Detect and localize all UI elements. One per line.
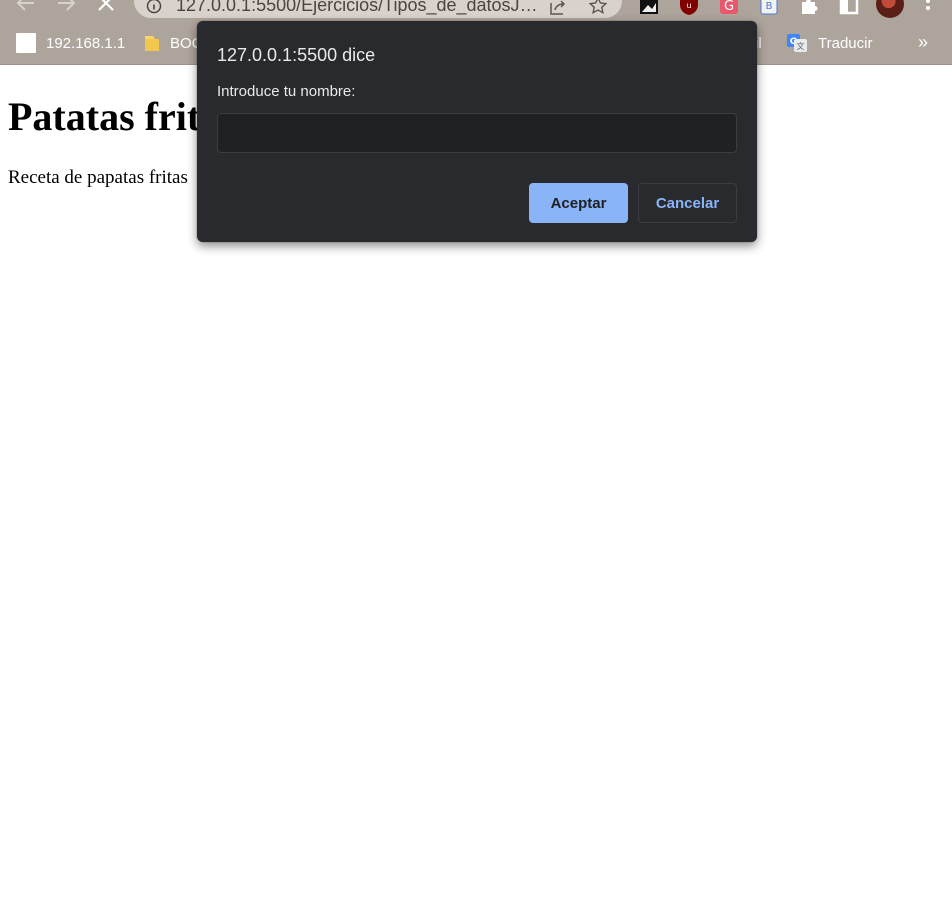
extensions-puzzle-icon[interactable] <box>798 0 820 16</box>
site-info-icon[interactable] <box>146 0 162 14</box>
prompt-dialog: 127.0.0.1:5500 dice Introduce tu nombre:… <box>197 21 757 242</box>
address-bar[interactable]: 127.0.0.1:5500/Ejercicios/Tipos_de_datos… <box>134 0 622 18</box>
b-extension-icon[interactable]: B <box>758 0 780 16</box>
back-icon[interactable] <box>14 0 38 15</box>
grammarly-extension-icon[interactable]: G <box>718 0 740 16</box>
page-paragraph: Receta de papatas fritas <box>8 167 188 188</box>
folder-icon <box>145 36 159 51</box>
bookmark-star-icon[interactable] <box>588 0 608 16</box>
svg-text:文: 文 <box>797 41 805 51</box>
svg-text:G: G <box>724 0 734 14</box>
browser-toolbar: 127.0.0.1:5500/Ejercicios/Tipos_de_datos… <box>0 0 952 22</box>
browser-menu-icon[interactable] <box>920 0 936 16</box>
page-icon <box>16 33 36 53</box>
google-translate-icon: G 文 <box>787 34 807 52</box>
accept-button[interactable]: Aceptar <box>529 183 628 223</box>
side-panel-icon[interactable] <box>838 0 860 16</box>
dialog-message: Introduce tu nombre: <box>217 83 356 100</box>
address-bar-url[interactable]: 127.0.0.1:5500/Ejercicios/Tipos_de_datos… <box>176 0 548 16</box>
dialog-title: 127.0.0.1:5500 dice <box>217 45 376 65</box>
name-input[interactable] <box>217 113 737 153</box>
forward-icon[interactable] <box>54 0 78 15</box>
bookmark-label: Traducir <box>818 34 873 52</box>
svg-text:B: B <box>766 1 773 12</box>
extension-image-icon[interactable] <box>638 0 660 16</box>
svg-text:u: u <box>686 1 691 10</box>
share-icon[interactable] <box>548 0 568 17</box>
bookmark-item[interactable]: G 文 Traducir <box>786 31 872 55</box>
bookmark-folder[interactable]: BOC <box>144 31 203 55</box>
bookmark-label: 192.168.1.1 <box>46 34 126 52</box>
cancel-button[interactable]: Cancelar <box>638 183 737 223</box>
bookmarks-overflow-chevron[interactable]: » <box>918 32 928 53</box>
bookmark-item[interactable]: 192.168.1.1 <box>16 31 125 55</box>
ublock-origin-icon[interactable]: u <box>678 0 700 16</box>
profile-avatar[interactable] <box>876 0 904 18</box>
page-heading: Patatas frit <box>8 94 201 139</box>
stop-loading-icon[interactable] <box>94 0 118 15</box>
